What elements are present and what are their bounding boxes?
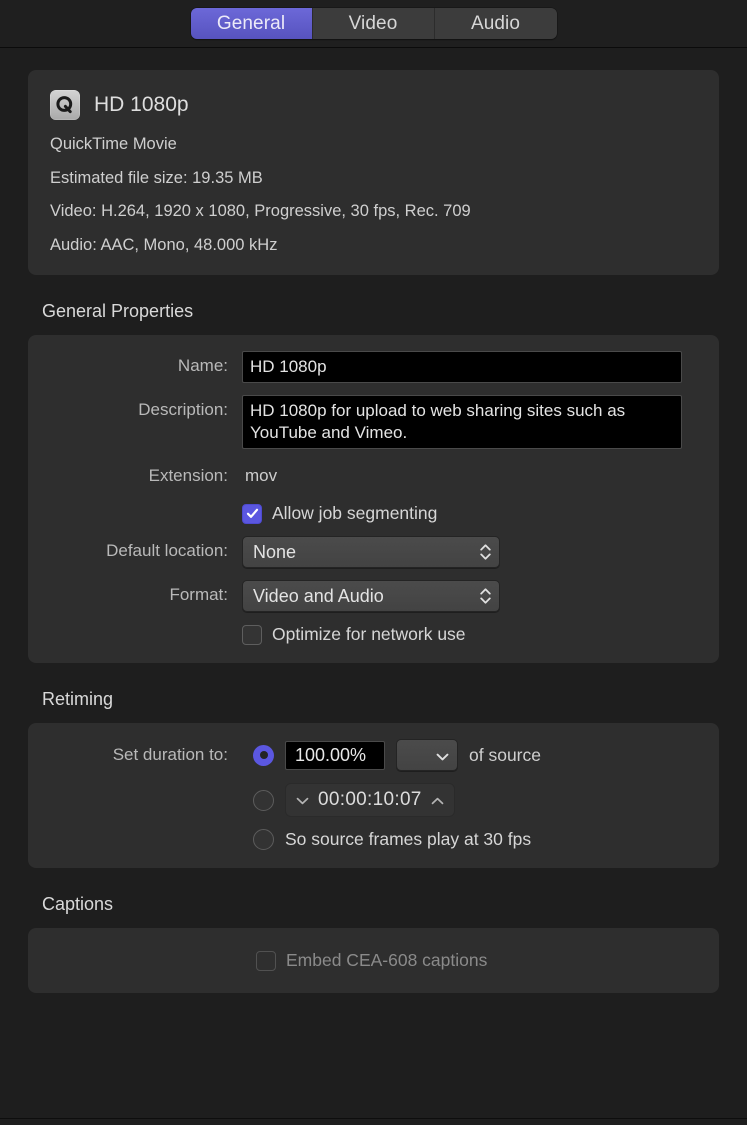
- row-source-frames-fps: So source frames play at 30 fps: [28, 829, 719, 850]
- summary-audio-info: Audio: AAC, Mono, 48.000 kHz: [50, 237, 697, 254]
- optimize-network-control[interactable]: Optimize for network use: [242, 624, 719, 645]
- summary-file-size: Estimated file size: 19.35 MB: [50, 170, 697, 187]
- description-input[interactable]: HD 1080p for upload to web sharing sites…: [242, 395, 682, 449]
- chevron-down-icon[interactable]: [296, 789, 309, 811]
- chevron-down-icon: [436, 745, 449, 766]
- source-frames-fps-label: So source frames play at 30 fps: [285, 829, 531, 850]
- captions-heading: Captions: [28, 894, 719, 928]
- name-label: Name:: [28, 351, 242, 381]
- row-set-duration-timecode: 00:00:10:07: [28, 783, 719, 817]
- name-input[interactable]: HD 1080p: [242, 351, 682, 383]
- optimize-network-label: Optimize for network use: [272, 624, 466, 645]
- allow-job-segmenting-label: Allow job segmenting: [272, 503, 437, 524]
- default-location-select[interactable]: None: [242, 536, 500, 568]
- settings-panel: HD 1080p QuickTime Movie Estimated file …: [0, 48, 747, 993]
- segmented-control[interactable]: General Video Audio: [191, 8, 557, 39]
- format-value: Video and Audio: [253, 586, 384, 607]
- embed-cea608-label: Embed CEA-608 captions: [286, 950, 487, 971]
- format-label: Format:: [28, 580, 242, 610]
- retiming-card: Set duration to: 100.00% of source: [28, 723, 719, 868]
- retiming-heading: Retiming: [28, 689, 719, 723]
- tab-bar: General Video Audio: [0, 0, 747, 48]
- chevron-updown-icon: [480, 588, 491, 604]
- duration-percent-radio[interactable]: [253, 745, 274, 766]
- summary-format: QuickTime Movie: [50, 136, 697, 153]
- duration-timecode-radio[interactable]: [253, 790, 274, 811]
- quicktime-icon: [50, 90, 80, 120]
- embed-cea608-checkbox: [256, 951, 276, 971]
- source-frames-fps-radio[interactable]: [253, 829, 274, 850]
- embed-cea608-control: Embed CEA-608 captions: [256, 950, 719, 971]
- optimize-network-checkbox[interactable]: [242, 625, 262, 645]
- duration-percent-input[interactable]: 100.00%: [285, 741, 385, 770]
- tab-general[interactable]: General: [191, 8, 313, 39]
- row-allow-job-segmenting: Allow job segmenting: [28, 503, 719, 524]
- row-format: Format: Video and Audio: [28, 580, 719, 612]
- tab-audio[interactable]: Audio: [435, 8, 557, 39]
- allow-job-segmenting-control[interactable]: Allow job segmenting: [242, 503, 719, 524]
- row-description: Description: HD 1080p for upload to web …: [28, 395, 719, 449]
- row-optimize-network: Optimize for network use: [28, 624, 719, 645]
- allow-job-segmenting-checkbox[interactable]: [242, 504, 262, 524]
- set-duration-label: Set duration to:: [28, 745, 242, 765]
- of-source-label: of source: [469, 745, 541, 766]
- bottom-divider: [0, 1118, 747, 1119]
- default-location-label: Default location:: [28, 536, 242, 566]
- row-name: Name: HD 1080p: [28, 351, 719, 383]
- duration-timecode-stepper[interactable]: 00:00:10:07: [285, 783, 455, 817]
- row-extension: Extension: mov: [28, 461, 719, 491]
- summary-video-info: Video: H.264, 1920 x 1080, Progressive, …: [50, 203, 697, 220]
- chevron-up-icon[interactable]: [431, 789, 444, 811]
- captions-card: Embed CEA-608 captions: [28, 928, 719, 993]
- duration-timecode-value: 00:00:10:07: [318, 789, 422, 811]
- default-location-value: None: [253, 542, 296, 563]
- general-properties-heading: General Properties: [28, 301, 719, 335]
- description-label: Description:: [28, 395, 242, 425]
- extension-value: mov: [242, 461, 719, 491]
- preset-summary-card: HD 1080p QuickTime Movie Estimated file …: [28, 70, 719, 275]
- row-set-duration-percent: Set duration to: 100.00% of source: [28, 739, 719, 771]
- preset-summary-header: HD 1080p: [50, 90, 697, 120]
- row-default-location: Default location: None: [28, 536, 719, 568]
- chevron-updown-icon: [480, 544, 491, 560]
- tab-video[interactable]: Video: [313, 8, 435, 39]
- preset-title: HD 1080p: [94, 93, 189, 117]
- general-properties-card: Name: HD 1080p Description: HD 1080p for…: [28, 335, 719, 663]
- extension-label: Extension:: [28, 461, 242, 491]
- duration-unit-select[interactable]: [396, 739, 458, 771]
- format-select[interactable]: Video and Audio: [242, 580, 500, 612]
